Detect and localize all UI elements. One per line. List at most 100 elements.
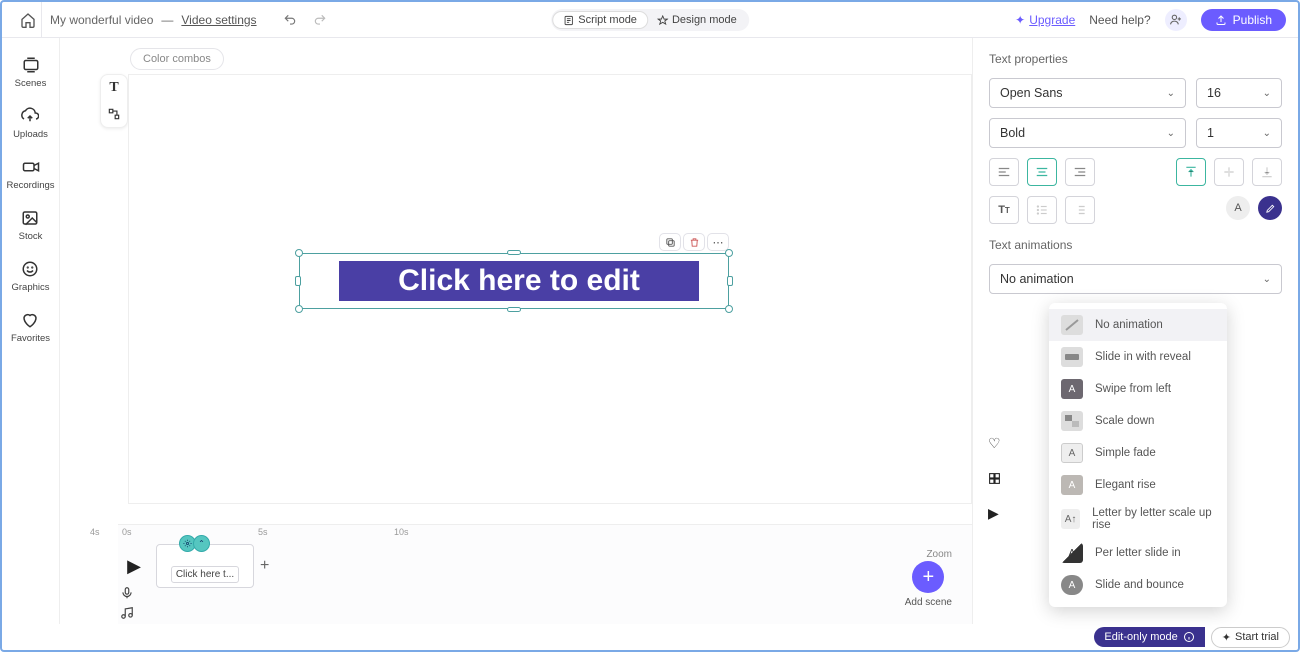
text-color-button[interactable]: A bbox=[1226, 196, 1250, 220]
add-clip-button[interactable]: + bbox=[260, 557, 269, 575]
upload-icon bbox=[21, 107, 39, 125]
letter-a-icon: A bbox=[1234, 202, 1241, 214]
undo-button[interactable] bbox=[283, 13, 297, 27]
timeline-clip[interactable]: ⌃ Click here t... bbox=[156, 544, 254, 588]
rail-favorites[interactable]: Favorites bbox=[11, 311, 50, 344]
resize-handle-w[interactable] bbox=[295, 276, 301, 286]
redo-icon bbox=[313, 13, 327, 27]
upgrade-link[interactable]: ✦ Upgrade bbox=[1015, 13, 1075, 27]
text-content[interactable]: Click here to edit bbox=[339, 261, 699, 301]
text-animations-title: Text animations bbox=[989, 238, 1282, 252]
resize-handle-s[interactable] bbox=[507, 307, 521, 312]
export-icon bbox=[1215, 14, 1227, 26]
rail-graphics[interactable]: Graphics bbox=[11, 260, 49, 293]
font-weight-select[interactable]: Bold⌄ bbox=[989, 118, 1186, 148]
resize-handle-e[interactable] bbox=[727, 276, 733, 286]
color-combos-button[interactable]: Color combos bbox=[130, 48, 224, 70]
sparkle-icon: ✦ bbox=[1222, 631, 1231, 644]
duplicate-button[interactable] bbox=[659, 233, 681, 251]
text-case-button[interactable]: TT bbox=[989, 196, 1019, 224]
anim-option-swipe-left[interactable]: ASwipe from left bbox=[1049, 373, 1227, 405]
resize-handle-se[interactable] bbox=[725, 305, 733, 313]
chevron-down-icon: ⌄ bbox=[1167, 88, 1175, 99]
redo-button[interactable] bbox=[313, 13, 327, 27]
anim-option-simple-fade[interactable]: ASimple fade bbox=[1049, 437, 1227, 469]
font-family-select[interactable]: Open Sans⌄ bbox=[989, 78, 1186, 108]
selected-text-object[interactable]: ⋯ Click here to edit bbox=[299, 253, 729, 309]
chevron-down-icon: ⌄ bbox=[1263, 88, 1271, 99]
home-icon bbox=[20, 12, 36, 28]
timeline-play-button[interactable]: ▶ bbox=[124, 556, 144, 577]
resize-handle-ne[interactable] bbox=[725, 249, 733, 257]
add-scene-fab[interactable]: + Add scene bbox=[905, 561, 952, 608]
start-trial-button[interactable]: ✦ Start trial bbox=[1211, 627, 1290, 648]
pen-icon bbox=[1265, 203, 1276, 214]
anim-thumb-icon bbox=[1061, 411, 1083, 431]
anim-option-slide-reveal[interactable]: Slide in with reveal bbox=[1049, 341, 1227, 373]
mic-icon bbox=[120, 586, 134, 600]
design-mode-button[interactable]: Design mode bbox=[647, 12, 747, 28]
anim-thumb-icon bbox=[1061, 315, 1083, 335]
resize-handle-sw[interactable] bbox=[295, 305, 303, 313]
anim-option-no-animation[interactable]: No animation bbox=[1049, 309, 1227, 341]
rail-scenes[interactable]: Scenes bbox=[15, 56, 47, 89]
valign-bottom-button[interactable] bbox=[1252, 158, 1282, 186]
main-area: Scenes Uploads Recordings Stock Graphics… bbox=[2, 38, 1298, 624]
anim-option-letter-scale-rise[interactable]: A↑Letter by letter scale up rise bbox=[1049, 501, 1227, 537]
script-mode-button[interactable]: Script mode bbox=[553, 12, 647, 28]
scenes-icon bbox=[22, 56, 40, 74]
valign-bottom-icon bbox=[1260, 165, 1274, 179]
heart-icon bbox=[21, 311, 39, 329]
font-size-select[interactable]: 16⌄ bbox=[1196, 78, 1282, 108]
chevron-down-icon: ⌄ bbox=[1167, 128, 1175, 139]
anim-option-per-letter-slide[interactable]: APer letter slide in bbox=[1049, 537, 1227, 569]
music-track-button[interactable] bbox=[120, 606, 134, 620]
need-help-link[interactable]: Need help? bbox=[1089, 13, 1150, 27]
rail-stock[interactable]: Stock bbox=[19, 209, 43, 242]
resize-handle-nw[interactable] bbox=[295, 249, 303, 257]
replace-tool-button[interactable] bbox=[101, 101, 127, 127]
home-button[interactable] bbox=[14, 2, 42, 38]
animation-select[interactable]: No animation⌄ bbox=[989, 264, 1282, 294]
voiceover-track-button[interactable] bbox=[120, 586, 134, 600]
anim-thumb-icon bbox=[1061, 347, 1083, 367]
anim-option-elegant-rise[interactable]: AElegant rise bbox=[1049, 469, 1227, 501]
rail-uploads[interactable]: Uploads bbox=[13, 107, 48, 140]
gear-icon bbox=[183, 539, 192, 548]
timeline-ruler[interactable]: 4s 0s 5s 10s bbox=[118, 525, 972, 539]
highlight-color-button[interactable] bbox=[1258, 196, 1282, 220]
rail-recordings[interactable]: Recordings bbox=[6, 158, 54, 191]
text-tool-button[interactable]: T bbox=[101, 75, 127, 101]
anim-thumb-icon: A↑ bbox=[1061, 509, 1080, 529]
bottom-bar: Edit-only mode ✦ Start trial bbox=[2, 624, 1298, 650]
anim-thumb-icon: A bbox=[1061, 575, 1083, 595]
publish-button[interactable]: Publish bbox=[1201, 9, 1286, 31]
delete-button[interactable] bbox=[683, 233, 705, 251]
numbered-list-button[interactable] bbox=[1065, 196, 1095, 224]
more-icon: ⋯ bbox=[713, 236, 724, 249]
numbered-icon bbox=[1073, 203, 1087, 217]
user-avatar-button[interactable] bbox=[1165, 9, 1187, 31]
project-title[interactable]: My wonderful video bbox=[50, 13, 153, 27]
text-icon: T bbox=[109, 80, 118, 96]
floating-toolbar: T bbox=[100, 74, 128, 128]
edit-only-mode-badge[interactable]: Edit-only mode bbox=[1094, 627, 1204, 647]
anim-option-slide-bounce[interactable]: ASlide and bounce bbox=[1049, 569, 1227, 601]
duplicate-icon bbox=[665, 237, 676, 248]
clip-tag-expand[interactable]: ⌃ bbox=[193, 535, 210, 552]
bullet-list-button[interactable] bbox=[1027, 196, 1057, 224]
video-settings-link[interactable]: Video settings bbox=[181, 13, 256, 27]
valign-middle-button[interactable] bbox=[1214, 158, 1244, 186]
resize-handle-n[interactable] bbox=[507, 250, 521, 255]
anim-thumb-icon: A bbox=[1061, 443, 1083, 463]
align-right-button[interactable] bbox=[1065, 158, 1095, 186]
anim-option-scale-down[interactable]: Scale down bbox=[1049, 405, 1227, 437]
valign-top-button[interactable] bbox=[1176, 158, 1206, 186]
line-height-select[interactable]: 1⌄ bbox=[1196, 118, 1282, 148]
align-center-button[interactable] bbox=[1027, 158, 1057, 186]
chevron-up-icon: ⌃ bbox=[198, 539, 205, 548]
canvas-stage[interactable]: ⋯ Click here to edit ♡ ▶ bbox=[128, 74, 972, 504]
more-button[interactable]: ⋯ bbox=[707, 233, 729, 251]
anim-thumb-icon: A bbox=[1061, 543, 1083, 563]
align-left-button[interactable] bbox=[989, 158, 1019, 186]
